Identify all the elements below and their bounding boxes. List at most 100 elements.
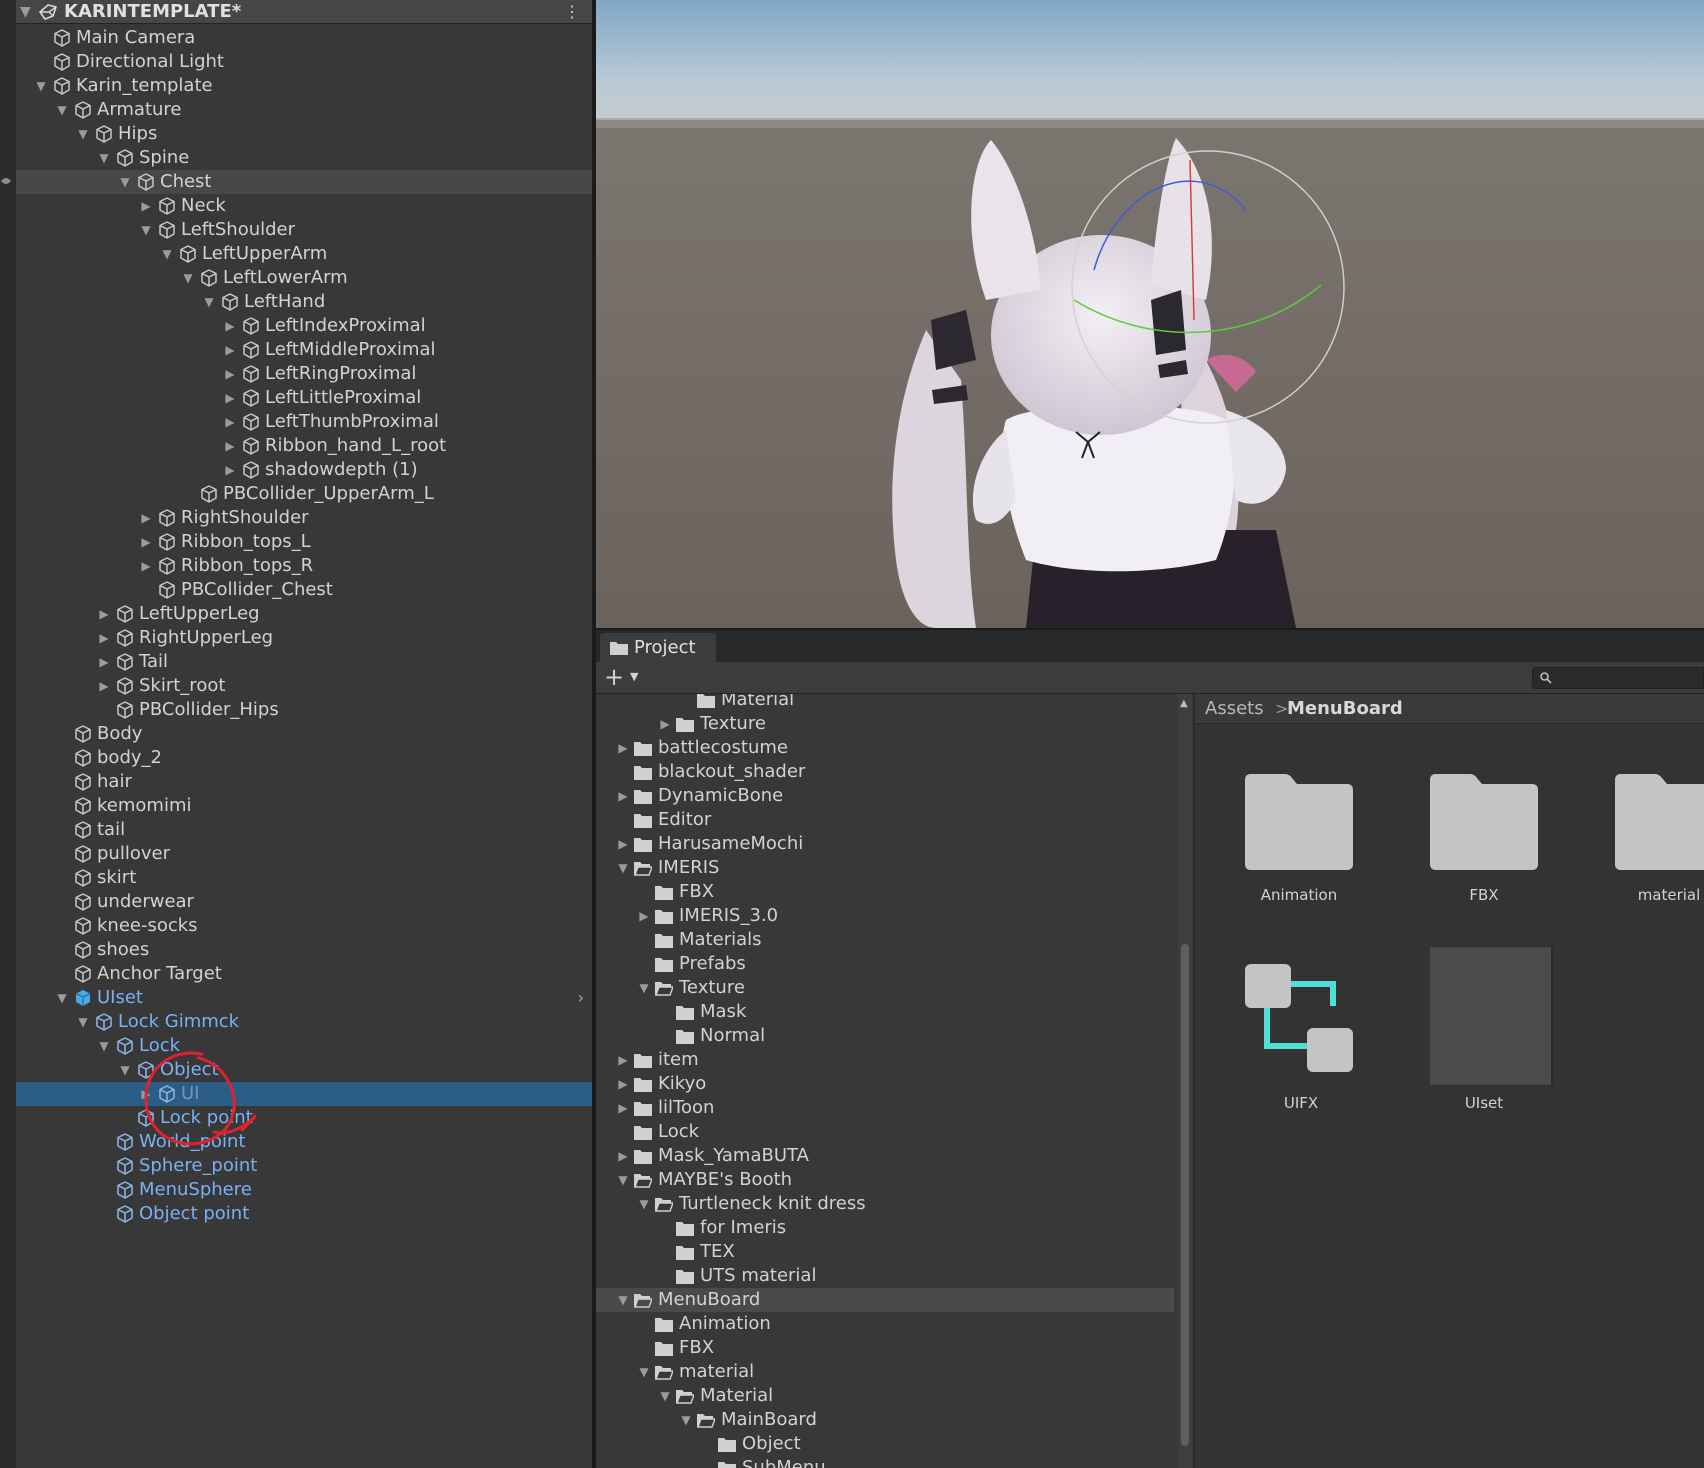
folder-tree-row[interactable]: Editor (596, 808, 1174, 832)
hierarchy-row[interactable]: ▼ Karin_template (16, 74, 592, 98)
folder-tree-row[interactable]: UTS material (596, 1264, 1174, 1288)
folder-tree-row[interactable]: ▼ Turtleneck knit dress (596, 1192, 1174, 1216)
expand-arrow-down-icon[interactable]: ▼ (118, 173, 132, 191)
expand-arrow-right-icon[interactable]: ▶ (139, 533, 153, 551)
asset-prefab[interactable]: UIset (1430, 946, 1570, 1116)
expand-arrow-right-icon[interactable]: ▶ (616, 835, 630, 853)
hierarchy-row[interactable]: ▼ Armature (16, 98, 592, 122)
folder-tree-row[interactable]: Object (596, 1432, 1174, 1456)
expand-arrow-down-icon[interactable]: ▼ (616, 1171, 630, 1189)
hierarchy-row[interactable]: ▼ UIset › (16, 986, 592, 1010)
folder-tree-row[interactable]: ▼ MenuBoard (596, 1288, 1174, 1312)
expand-arrow-down-icon[interactable]: ▼ (118, 1061, 132, 1079)
hierarchy-row[interactable]: Lock point (16, 1106, 592, 1130)
hierarchy-row[interactable]: Sphere_point (16, 1154, 592, 1178)
hierarchy-row[interactable]: Directional Light (16, 50, 592, 74)
asset-folder[interactable]: Animation (1245, 758, 1385, 928)
folder-tree-row[interactable]: ▼ Material (596, 1384, 1174, 1408)
folder-tree-row[interactable]: ▶ IMERIS_3.0 (596, 904, 1174, 928)
open-prefab-chevron-icon[interactable]: › (578, 988, 584, 1007)
hierarchy-row[interactable]: ▶ Ribbon_tops_L (16, 530, 592, 554)
hierarchy-row[interactable]: ▶ LeftRingProximal (16, 362, 592, 386)
expand-arrow-right-icon[interactable]: ▶ (97, 677, 111, 695)
breadcrumb-assets[interactable]: Assets (1205, 698, 1264, 720)
hierarchy-row[interactable]: ▼ LeftUpperArm (16, 242, 592, 266)
asset-folder[interactable]: FBX (1430, 758, 1570, 928)
hierarchy-row[interactable]: ▶ Neck (16, 194, 592, 218)
hierarchy-row[interactable]: PBCollider_Chest (16, 578, 592, 602)
more-menu-icon[interactable]: ⋮ (564, 2, 580, 22)
expand-arrow-right-icon[interactable]: ▶ (637, 907, 651, 925)
expand-arrow-down-icon[interactable]: ▼ (616, 1291, 630, 1309)
create-button[interactable]: + ▼ (604, 664, 644, 690)
folder-tree-row[interactable]: FBX (596, 880, 1174, 904)
expand-arrow-right-icon[interactable]: ▶ (616, 1051, 630, 1069)
hierarchy-row[interactable]: ▼ Lock (16, 1034, 592, 1058)
hierarchy-row[interactable]: pullover (16, 842, 592, 866)
hierarchy-row[interactable]: hair (16, 770, 592, 794)
asset-uifx[interactable]: UIFX (1245, 946, 1385, 1116)
folder-tree-row[interactable]: ▼ material (596, 1360, 1174, 1384)
folder-tree-row[interactable]: Mask (596, 1000, 1174, 1024)
hierarchy-row[interactable]: Main Camera (16, 26, 592, 50)
folder-tree-row[interactable]: ▶ item (596, 1048, 1174, 1072)
folder-tree-row[interactable]: ▼ MAYBE's Booth (596, 1168, 1174, 1192)
expand-arrow-right-icon[interactable]: ▶ (223, 317, 237, 335)
folder-tree-row[interactable]: ▶ Mask_YamaBUTA (596, 1144, 1174, 1168)
hierarchy-row[interactable]: body_2 (16, 746, 592, 770)
expand-arrow-right-icon[interactable]: ▶ (139, 509, 153, 527)
expand-arrow-right-icon[interactable]: ▶ (97, 629, 111, 647)
expand-arrow-right-icon[interactable]: ▶ (223, 389, 237, 407)
folder-tree-row[interactable]: Lock (596, 1120, 1174, 1144)
collapse-arrow-icon[interactable]: ▼ (20, 4, 31, 20)
expand-arrow-down-icon[interactable]: ▼ (637, 979, 651, 997)
expand-arrow-down-icon[interactable]: ▼ (97, 149, 111, 167)
expand-arrow-down-icon[interactable]: ▼ (160, 245, 174, 263)
expand-arrow-right-icon[interactable]: ▶ (616, 739, 630, 757)
expand-arrow-right-icon[interactable]: ▶ (97, 653, 111, 671)
hierarchy-row[interactable]: knee-socks (16, 914, 592, 938)
expand-arrow-right-icon[interactable]: ▶ (223, 341, 237, 359)
hierarchy-row[interactable]: ▼ Lock Gimmck (16, 1010, 592, 1034)
expand-arrow-right-icon[interactable]: ▶ (616, 787, 630, 805)
hierarchy-row[interactable]: ▶ LeftLittleProximal (16, 386, 592, 410)
folder-tree-row[interactable]: ▶ Kikyo (596, 1072, 1174, 1096)
expand-arrow-down-icon[interactable]: ▼ (97, 1037, 111, 1055)
folder-tree-row[interactable]: ▶ lilToon (596, 1096, 1174, 1120)
folder-tree-row[interactable]: Normal (596, 1024, 1174, 1048)
hierarchy-row[interactable]: ▶ RightShoulder (16, 506, 592, 530)
scene-header[interactable]: ▼ KARINTEMPLATE* ⋮ (16, 0, 592, 24)
folder-tree-row[interactable]: Animation (596, 1312, 1174, 1336)
hierarchy-row[interactable]: ▼ LeftHand (16, 290, 592, 314)
hierarchy-row[interactable]: ▼ LeftShoulder (16, 218, 592, 242)
hierarchy-row[interactable]: tail (16, 818, 592, 842)
expand-arrow-down-icon[interactable]: ▼ (76, 125, 90, 143)
hierarchy-row[interactable]: World_point (16, 1130, 592, 1154)
expand-arrow-right-icon[interactable]: ▶ (658, 715, 672, 733)
expand-arrow-right-icon[interactable]: ▶ (139, 197, 153, 215)
asset-folder[interactable]: material (1615, 758, 1704, 928)
folder-tree-row[interactable]: for Imeris (596, 1216, 1174, 1240)
hierarchy-row[interactable]: ▶ LeftIndexProximal (16, 314, 592, 338)
expand-arrow-right-icon[interactable]: ▶ (223, 365, 237, 383)
expand-arrow-right-icon[interactable]: ▶ (616, 1075, 630, 1093)
hierarchy-row[interactable]: PBCollider_UpperArm_L (16, 482, 592, 506)
scrollbar-thumb[interactable] (1181, 944, 1189, 1446)
hierarchy-row[interactable]: underwear (16, 890, 592, 914)
folder-tree-row[interactable]: blackout_shader (596, 760, 1174, 784)
hierarchy-row[interactable]: ▶ Skirt_root (16, 674, 592, 698)
expand-arrow-right-icon[interactable]: ▶ (97, 605, 111, 623)
folder-tree-row[interactable]: ▶ battlecostume (596, 736, 1174, 760)
expand-arrow-down-icon[interactable]: ▼ (55, 989, 69, 1007)
expand-arrow-down-icon[interactable]: ▼ (616, 859, 630, 877)
hierarchy-row[interactable]: ▶ UI (16, 1082, 592, 1106)
scroll-up-icon[interactable]: ▲ (1180, 698, 1188, 709)
folder-tree-row[interactable]: TEX (596, 1240, 1174, 1264)
hierarchy-row[interactable]: ▶ RightUpperLeg (16, 626, 592, 650)
hierarchy-row[interactable]: kemomimi (16, 794, 592, 818)
hierarchy-row[interactable]: Anchor Target (16, 962, 592, 986)
expand-arrow-right-icon[interactable]: ▶ (223, 437, 237, 455)
tab-project[interactable]: Project (600, 633, 716, 664)
breadcrumb-current[interactable]: MenuBoard (1287, 698, 1403, 720)
hierarchy-row[interactable]: Object point (16, 1202, 592, 1226)
